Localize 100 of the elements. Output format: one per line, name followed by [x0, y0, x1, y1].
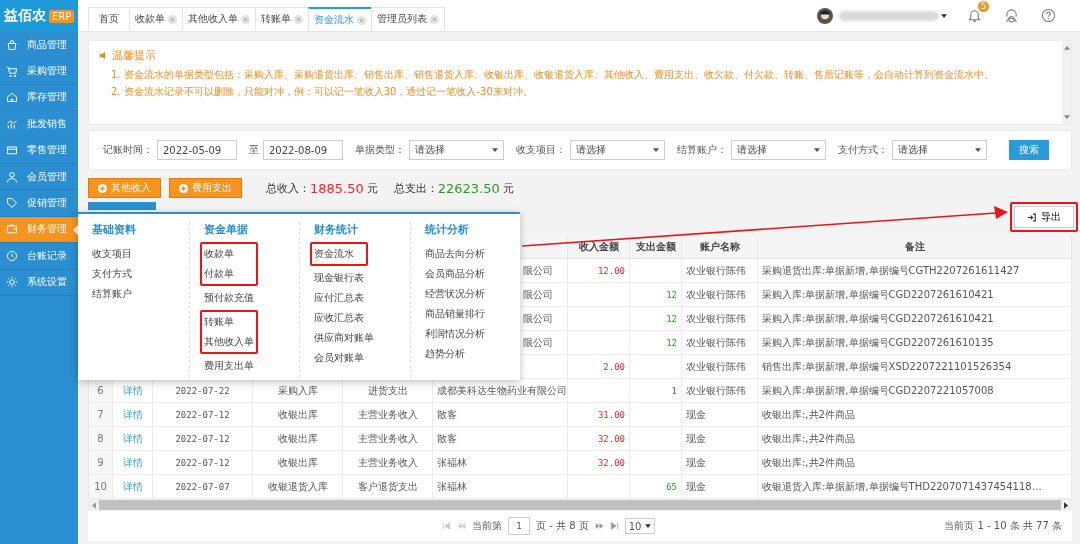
tab[interactable]: 首页 — [88, 7, 130, 30]
close-icon[interactable] — [430, 14, 439, 24]
scroll-down-icon[interactable] — [1063, 115, 1070, 120]
sidebar-item[interactable]: 商品管理 — [0, 32, 78, 59]
menu-item[interactable]: 现金银行表 — [314, 268, 374, 288]
filter-label: 至 — [249, 143, 259, 157]
filter-label: 收支项目： — [516, 143, 566, 157]
bag-icon — [6, 38, 18, 51]
sidebar-item[interactable]: 采购管理 — [0, 58, 78, 85]
first-page-icon[interactable] — [442, 522, 451, 530]
table-cell: 农业银行陈伟 — [682, 331, 758, 355]
bell-icon[interactable] — [967, 8, 982, 23]
export-icon — [1027, 212, 1036, 222]
table-cell: 收银出库 — [253, 451, 343, 475]
menu-item[interactable]: 付款单 — [203, 264, 254, 284]
menu-item[interactable]: 其他收入单 — [203, 332, 254, 352]
speaker-icon — [99, 51, 108, 60]
menu-item[interactable]: 转账单 — [203, 312, 254, 332]
menu-item[interactable]: 收款单 — [203, 244, 254, 264]
table-cell: 张福林 — [433, 451, 568, 475]
menu-item[interactable]: 会员对账单 — [314, 348, 374, 368]
menu-heading: 基础资料 — [92, 222, 137, 238]
scroll-right-icon[interactable] — [1064, 501, 1069, 509]
currency-unit: 元 — [502, 180, 514, 196]
table-cell: 32.00 — [568, 451, 630, 475]
menu-item[interactable]: 应收汇总表 — [314, 308, 374, 328]
column-header: 备注 — [758, 235, 1072, 259]
table-cell: 12.00 — [568, 259, 630, 283]
page-size-select[interactable]: 10 — [624, 518, 655, 534]
close-icon[interactable] — [294, 14, 303, 24]
menu-item[interactable]: 资金流水 — [314, 244, 364, 264]
avatar[interactable] — [817, 7, 833, 24]
notice-text: 1. 资金流水的单据类型包括：采购入库、采购退货出库、销售出库、销售退货入库、收银出库、收银退货入库、其他收入、费用支出、收欠款、付欠款、转账、售后记账等，会自动计算到资金流水中。 — [111, 68, 995, 82]
filter-label: 记账时间： — [103, 143, 153, 157]
menu-item[interactable]: 收支项目 — [92, 244, 142, 264]
bar-chart-icon — [6, 117, 18, 130]
sidebar-item[interactable]: 会员管理 — [0, 163, 78, 191]
sidebar-item[interactable]: 零售管理 — [0, 137, 78, 164]
notification-badge: 5 — [978, 1, 989, 12]
menu-item[interactable]: 供应商对账单 — [314, 328, 374, 348]
menu-item[interactable]: 预付款充值 — [203, 288, 254, 308]
headset-icon[interactable] — [1004, 8, 1019, 23]
previous-page-icon[interactable] — [457, 522, 466, 530]
tab[interactable]: 资金流水 — [308, 7, 372, 31]
pager-label: 页 - 共 8 页 — [536, 519, 589, 533]
card-icon — [6, 144, 18, 157]
filter-label: 单据类型： — [355, 143, 405, 157]
select-field[interactable]: 请选择 — [409, 140, 504, 160]
table-cell: 销售出库:单据新增,单据编号XSD2207221101526354 — [758, 355, 1072, 379]
date-field[interactable]: 2022-05-09 — [157, 140, 237, 160]
table-cell — [630, 259, 682, 283]
select-field[interactable]: 请选择 — [892, 140, 987, 160]
caret-icon[interactable] — [941, 13, 947, 18]
gear-icon — [6, 276, 18, 289]
wallet-icon — [6, 223, 18, 236]
last-page-icon[interactable] — [609, 522, 619, 530]
table-cell: 主营业务收入 — [343, 403, 433, 427]
table-cell: 2022-07-12 — [153, 427, 253, 451]
table-cell: 2022-07-12 — [153, 403, 253, 427]
total-amount: 22623.50 — [437, 180, 500, 196]
select-field[interactable]: 请选择 — [570, 140, 665, 160]
menu-item[interactable]: 应付汇总表 — [314, 288, 374, 308]
table-cell: 散客 — [433, 403, 568, 427]
table-cell: 现金 — [682, 451, 758, 475]
close-icon[interactable] — [241, 14, 250, 24]
table-cell: 农业银行陈伟 — [682, 379, 758, 403]
row-number: 8 — [89, 427, 113, 451]
table-cell: 收银出库:,共2件商品 — [758, 451, 1072, 475]
total-label: 总支出： — [393, 180, 438, 196]
menu-heading: 财务统计 — [314, 222, 359, 238]
menu-item[interactable]: 结算账户 — [92, 284, 142, 304]
filter-label: 结算账户： — [677, 143, 727, 157]
tab[interactable]: 管理员列表 — [371, 7, 445, 30]
scrollbar[interactable] — [1062, 41, 1071, 124]
menu-item[interactable]: 支付方式 — [92, 264, 142, 284]
next-page-icon[interactable] — [594, 522, 604, 530]
sidebar-item[interactable]: 批发销售 — [0, 111, 78, 138]
sidebar-item[interactable]: 库存管理 — [0, 84, 78, 112]
table-cell: 采购入库:单据新增,单据编号CGD2207261610421 — [758, 307, 1072, 331]
close-icon[interactable] — [168, 14, 177, 24]
scroll-up-icon[interactable] — [1063, 45, 1070, 50]
notice-title: 温馨提示 — [112, 48, 156, 63]
filter-label: 支付方式： — [838, 143, 888, 157]
menu-item[interactable]: 费用支出单 — [203, 356, 254, 376]
table-cell: 农业银行陈伟 — [682, 307, 758, 331]
table-cell: 12 — [630, 307, 682, 331]
erp-badge: ERP — [49, 9, 75, 23]
close-icon[interactable] — [357, 15, 366, 25]
sidebar-item[interactable]: 促销管理 — [0, 190, 78, 217]
total-label: 总收入： — [266, 180, 310, 196]
help-icon[interactable] — [1041, 8, 1056, 23]
export-button[interactable]: 导出 — [1014, 206, 1074, 228]
column-header: 支出金额 — [630, 235, 682, 259]
select-field[interactable]: 请选择 — [731, 140, 826, 160]
row-number: 10 — [89, 475, 113, 499]
scroll-left-icon[interactable] — [91, 501, 96, 509]
date-field[interactable]: 2022-08-09 — [263, 140, 343, 160]
caret-icon — [653, 148, 659, 152]
page-input[interactable]: 1 — [508, 517, 530, 535]
row-number: 7 — [89, 403, 113, 427]
